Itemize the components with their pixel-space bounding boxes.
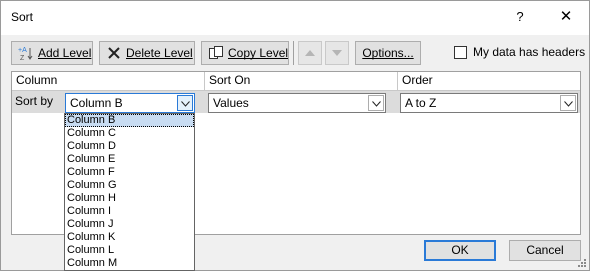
dropdown-option[interactable]: Column H: [65, 192, 194, 205]
dropdown-option[interactable]: Column K: [65, 231, 194, 244]
add-level-icon: +A Z: [18, 45, 34, 61]
svg-text:Z: Z: [20, 55, 25, 61]
triangle-up-icon: [305, 50, 315, 56]
options-label: Options...: [362, 46, 414, 60]
cancel-button[interactable]: Cancel: [509, 240, 581, 261]
order-dropdown-button[interactable]: [560, 95, 576, 111]
sort-on-dropdown-button[interactable]: [368, 95, 384, 111]
dropdown-option[interactable]: Column J: [65, 218, 194, 231]
column-dropdown-button[interactable]: [177, 95, 193, 111]
chevron-down-icon: [372, 101, 381, 107]
dropdown-option[interactable]: Column D: [65, 140, 194, 153]
copy-level-button[interactable]: Copy Level: [201, 41, 289, 65]
dropdown-option[interactable]: Column L: [65, 244, 194, 257]
dialog-title: Sort: [11, 10, 34, 24]
column-select[interactable]: Column B: [65, 93, 195, 113]
help-button[interactable]: ?: [509, 5, 531, 29]
add-level-button[interactable]: +A Z Add Level: [11, 41, 93, 65]
options-button[interactable]: Options...: [355, 41, 421, 65]
sort-on-header: Sort On: [205, 72, 398, 91]
add-level-label: Add Level: [38, 46, 92, 60]
sort-dialog: Sort ? ✕ +A Z Add Level Delete Level Copy…: [0, 0, 590, 271]
move-up-button[interactable]: [298, 41, 322, 65]
my-data-has-headers-label: My data has headers: [473, 45, 586, 59]
copy-icon: [208, 45, 224, 61]
ok-button[interactable]: OK: [424, 240, 496, 261]
delete-icon: [106, 45, 122, 61]
triangle-down-icon: [332, 50, 342, 56]
dropdown-option[interactable]: Column F: [65, 166, 194, 179]
order-select-value: A to Z: [405, 96, 437, 110]
sort-by-label: Sort by: [15, 94, 54, 108]
toolbar-divider: [293, 41, 294, 65]
svg-text:+A: +A: [18, 47, 27, 54]
delete-level-button[interactable]: Delete Level: [99, 41, 195, 65]
headers-checkbox-group[interactable]: My data has headers: [454, 45, 585, 59]
column-dropdown-list: Column B Column C Column D Column E Colu…: [64, 113, 195, 271]
sort-on-select[interactable]: Values: [208, 93, 386, 113]
order-select[interactable]: A to Z: [400, 93, 578, 113]
title-bar: Sort ? ✕: [1, 1, 589, 35]
chevron-down-icon: [564, 101, 573, 107]
move-down-button[interactable]: [325, 41, 349, 65]
delete-level-label: Delete Level: [126, 46, 193, 60]
column-select-value: Column B: [70, 96, 123, 110]
copy-level-label: Copy Level: [228, 46, 289, 60]
my-data-has-headers-checkbox[interactable]: [454, 45, 467, 59]
column-header: Column: [12, 72, 205, 91]
dropdown-option[interactable]: Column M: [65, 257, 194, 270]
order-header: Order: [398, 72, 580, 91]
dropdown-option[interactable]: Column B: [65, 114, 194, 127]
chevron-down-icon: [181, 101, 190, 107]
resize-grip-icon[interactable]: [577, 258, 587, 268]
dropdown-option[interactable]: Column E: [65, 153, 194, 166]
dropdown-option[interactable]: Column C: [65, 127, 194, 140]
dropdown-option[interactable]: Column G: [65, 179, 194, 192]
sort-on-select-value: Values: [213, 96, 249, 110]
close-button[interactable]: ✕: [553, 5, 579, 29]
dropdown-option[interactable]: Column I: [65, 205, 194, 218]
